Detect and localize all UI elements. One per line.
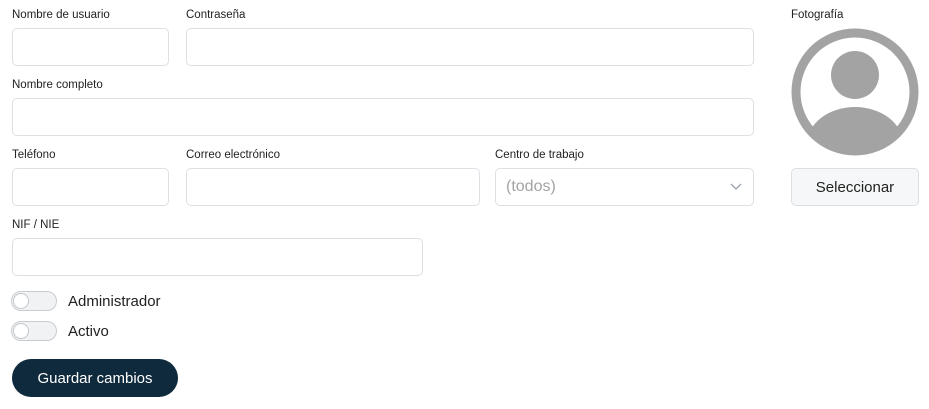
admin-toggle-row: Administrador bbox=[11, 290, 161, 312]
chevron-down-icon bbox=[729, 180, 743, 194]
workcenter-select[interactable]: (todos) bbox=[495, 168, 754, 206]
photo-label: Fotografía bbox=[791, 9, 844, 21]
user-form-page: Nombre de usuario Contraseña Nombre comp… bbox=[0, 0, 929, 409]
admin-toggle-label: Administrador bbox=[68, 292, 161, 310]
phone-label: Teléfono bbox=[12, 149, 56, 161]
workcenter-label: Centro de trabajo bbox=[495, 149, 584, 161]
email-input[interactable] bbox=[186, 168, 480, 206]
fullname-input[interactable] bbox=[12, 98, 754, 136]
active-toggle-row: Activo bbox=[11, 320, 109, 342]
nif-label: NIF / NIE bbox=[12, 219, 60, 231]
workcenter-selected-value: (todos) bbox=[506, 178, 556, 195]
username-label: Nombre de usuario bbox=[12, 9, 110, 21]
active-toggle-knob bbox=[13, 323, 29, 339]
select-photo-button[interactable]: Seleccionar bbox=[791, 168, 919, 206]
fullname-label: Nombre completo bbox=[12, 79, 103, 91]
password-label: Contraseña bbox=[186, 9, 246, 21]
save-changes-button[interactable]: Guardar cambios bbox=[12, 359, 178, 397]
active-toggle[interactable] bbox=[11, 321, 57, 341]
email-label: Correo electrónico bbox=[186, 149, 280, 161]
admin-toggle-knob bbox=[13, 293, 29, 309]
username-input[interactable] bbox=[12, 28, 169, 66]
user-avatar-icon bbox=[791, 28, 919, 156]
admin-toggle[interactable] bbox=[11, 291, 57, 311]
active-toggle-label: Activo bbox=[68, 322, 109, 340]
password-input[interactable] bbox=[186, 28, 754, 66]
phone-input[interactable] bbox=[12, 168, 169, 206]
nif-input[interactable] bbox=[12, 238, 423, 276]
